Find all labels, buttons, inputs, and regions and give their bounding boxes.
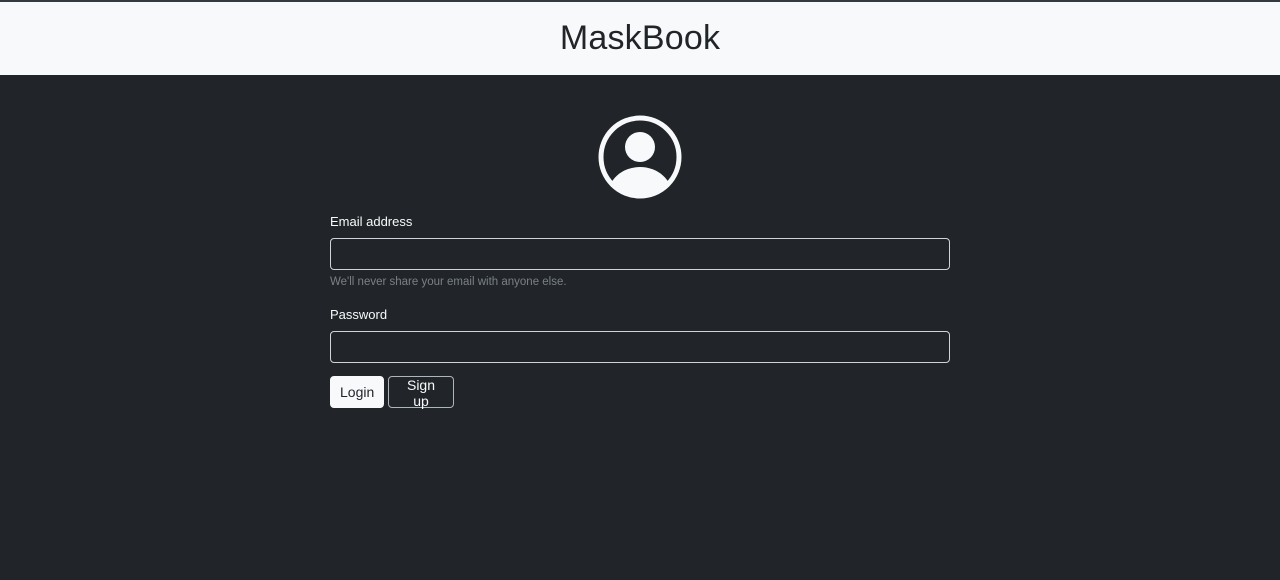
login-form: Email address We'll never share your ema…	[330, 213, 950, 409]
login-button[interactable]: Login	[330, 376, 384, 408]
person-circle-icon	[598, 115, 682, 199]
navbar: MaskBook	[0, 0, 1280, 75]
password-field[interactable]	[330, 331, 950, 363]
form-actions: Login Sign up	[330, 376, 950, 409]
email-field[interactable]	[330, 238, 950, 270]
email-help-text: We'll never share your email with anyone…	[330, 276, 567, 288]
brand-title: MaskBook	[559, 19, 721, 57]
email-label: Email address	[330, 214, 413, 229]
password-label: Password	[330, 307, 388, 322]
signup-button[interactable]: Sign up	[388, 376, 454, 409]
login-page: Email address We'll never share your ema…	[0, 75, 1280, 580]
